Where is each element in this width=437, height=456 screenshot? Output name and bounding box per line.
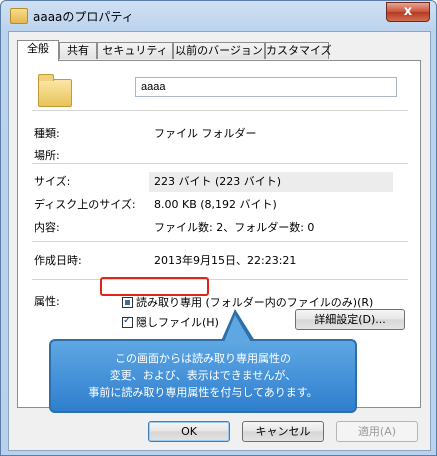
callout-line-2: 変更、および、表示はできませんが、	[109, 369, 297, 382]
divider	[32, 110, 408, 111]
type-label: 種類:	[34, 127, 60, 140]
callout-tail-fill	[224, 315, 251, 342]
tab-security[interactable]: セキュリティ	[97, 42, 173, 59]
disk-size-value: 8.00 KB (8,192 バイト)	[154, 198, 277, 211]
divider	[32, 241, 408, 242]
contents-label: 内容:	[34, 221, 60, 234]
hidden-checkbox[interactable]	[122, 315, 133, 328]
size-value: 223 バイト (223 バイト)	[154, 175, 282, 188]
hidden-checkbox-row[interactable]: 隠しファイル(H)	[122, 314, 219, 330]
contents-value: ファイル数: 2、フォルダー数: 0	[154, 221, 315, 234]
folder-icon	[38, 74, 72, 107]
divider	[32, 163, 408, 164]
readonly-checkbox-row[interactable]: 読み取り専用 (フォルダー内のファイルのみ)(R)	[122, 294, 373, 310]
tab-sharing[interactable]: 共有	[59, 42, 97, 59]
size-label: サイズ:	[34, 175, 71, 188]
cancel-button[interactable]: キャンセル	[242, 421, 324, 442]
callout-line-3: 事前に読み取り専用属性を付与してあります。	[88, 386, 318, 399]
close-button[interactable]: x	[386, 2, 430, 22]
type-value: ファイル フォルダー	[154, 127, 257, 140]
folder-name-input[interactable]	[135, 77, 397, 97]
tab-general[interactable]: 全般	[17, 40, 59, 61]
created-label: 作成日時:	[34, 254, 82, 267]
title-bar[interactable]: aaaaのプロパティ x	[1, 1, 436, 31]
advanced-button[interactable]: 詳細設定(D)...	[295, 309, 405, 330]
readonly-checkbox-label: 読み取り専用 (フォルダー内のファイルのみ)(R)	[136, 296, 374, 309]
hidden-checkbox-label: 隠しファイル(H)	[136, 316, 219, 329]
folder-icon	[10, 8, 28, 24]
callout-line-1: この画面からは読み取り専用属性の	[115, 352, 291, 365]
tab-customize[interactable]: カスタマイズ	[265, 42, 332, 59]
tab-previous-versions[interactable]: 以前のバージョン	[173, 42, 265, 59]
readonly-checkbox[interactable]	[122, 297, 133, 308]
properties-window: aaaaのプロパティ x 全般 共有 セキュリティ 以前のバージョン カスタマイ…	[0, 0, 437, 456]
window-title: aaaaのプロパティ	[33, 10, 134, 24]
apply-button[interactable]: 適用(A)	[336, 421, 418, 442]
location-label: 場所:	[34, 149, 60, 162]
created-value: 2013年9月15日、22:23:21	[154, 254, 297, 267]
ok-button[interactable]: OK	[148, 421, 230, 442]
disk-size-label: ディスク上のサイズ:	[34, 198, 136, 211]
annotation-callout: この画面からは読み取り専用属性の 変更、および、表示はできませんが、 事前に読み…	[49, 339, 357, 413]
attributes-label: 属性:	[34, 295, 60, 308]
divider	[32, 279, 408, 280]
hidden-attribute-highlight	[100, 277, 209, 296]
